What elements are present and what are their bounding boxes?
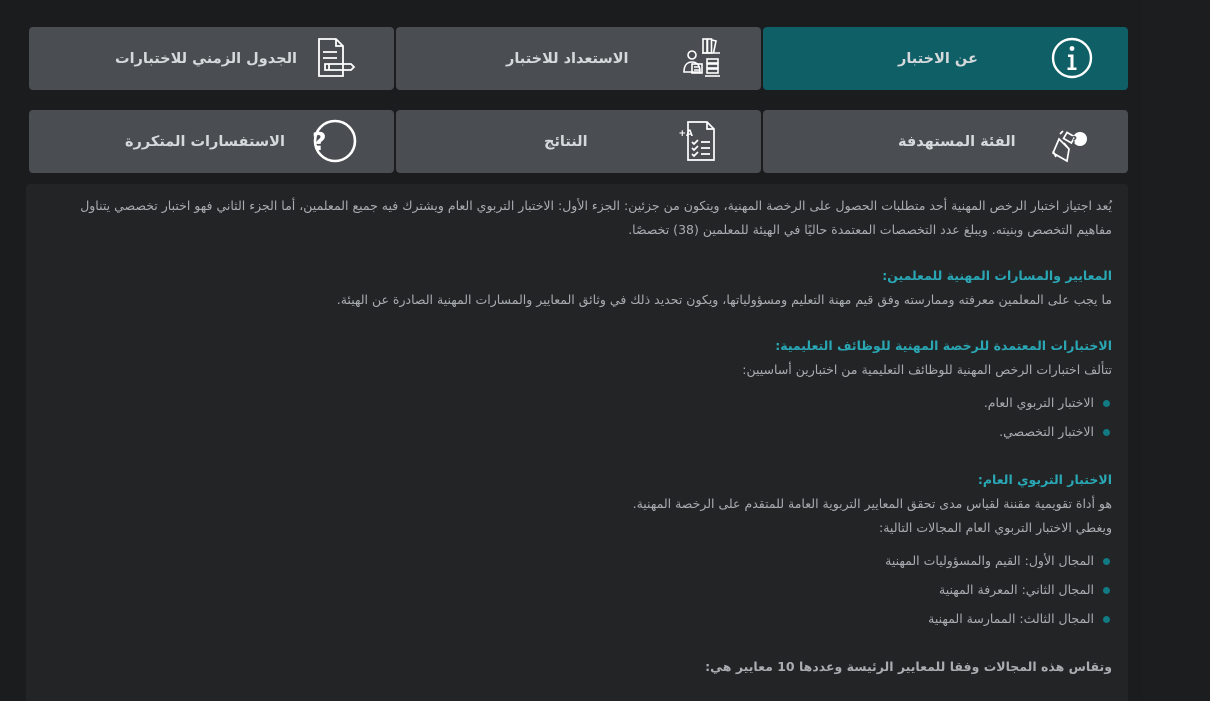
general-exam-domains-intro: ويغطي الاختبار التربوي العام المجالات ال… [879,520,1112,535]
info-icon [1048,34,1096,82]
tab-results-label: النتائج [544,133,588,150]
document-pen-icon [311,34,359,82]
standards-heading: المعايير والمسارات المهنية للمعلمين: [882,268,1112,283]
list-item: المجال الثاني: المعرفة المهنية [42,575,1112,604]
tab-schedule[interactable]: الجدول الزمني للاختبارات [29,27,394,90]
standards-text: ما يجب على المعلمين معرفته وممارسته وفق … [336,292,1112,307]
intro-paragraph: يُعد اجتياز اختبار الرخص المهنية أحد متط… [80,198,1112,237]
svg-text:?: ? [1071,135,1077,146]
study-icon [678,34,726,82]
general-exam-text: هو أداة تقويمية مقننة لقياس مدى تحقق الم… [632,496,1112,511]
general-domains-list: المجال الأول: القيم والمسؤوليات المهنية … [42,546,1112,633]
tab-about[interactable]: عن الاختبار [763,27,1128,90]
tab-prep-label: الاستعداد للاختبار [506,50,629,67]
general-exam-heading: الاختبار التربوي العام: [977,472,1112,487]
standards-count-heading: وتقاس هذه المجالات وفقا للمعايير الرئيسة… [705,659,1112,674]
page-content: عن الاختبار الاستعداد للاختبار الجدول ال [0,0,1142,701]
list-item: المجال الثالث: الممارسة المهنية [42,604,1112,633]
tab-faq[interactable]: ? الاستفسارات المتكررة [29,110,394,173]
svg-text:A+: A+ [678,129,693,139]
list-item: الاختبار التخصصي. [42,417,1112,446]
list-item: المجال الأول: القيم والمسؤوليات المهنية [42,546,1112,575]
tab-results[interactable]: A+ النتائج [396,110,761,173]
target-question-icon: ? [1045,117,1093,165]
question-icon: ? [311,117,359,165]
tab-schedule-label: الجدول الزمني للاختبارات [115,50,298,67]
tab-audience-label: الفئة المستهدفة [898,133,1016,150]
grade-sheet-icon: A+ [678,117,726,165]
svg-text:?: ? [312,127,327,156]
right-gutter [1142,0,1210,701]
exams-list: الاختبار التربوي العام. الاختبار التخصصي… [42,388,1112,446]
tab-faq-label: الاستفسارات المتكررة [125,133,285,150]
tab-about-label: عن الاختبار [898,50,978,67]
tab-prep[interactable]: الاستعداد للاختبار [396,27,761,90]
list-item: الاختبار التربوي العام. [42,388,1112,417]
tab-audience[interactable]: ? الفئة المستهدفة [763,110,1128,173]
exams-heading: الاختبارات المعتمدة للرخصة المهنية للوظا… [775,338,1112,353]
about-content-panel: يُعد اجتياز اختبار الرخص المهنية أحد متط… [26,184,1128,701]
exams-text: تتألف اختبارات الرخص المهنية للوظائف الت… [742,362,1112,377]
